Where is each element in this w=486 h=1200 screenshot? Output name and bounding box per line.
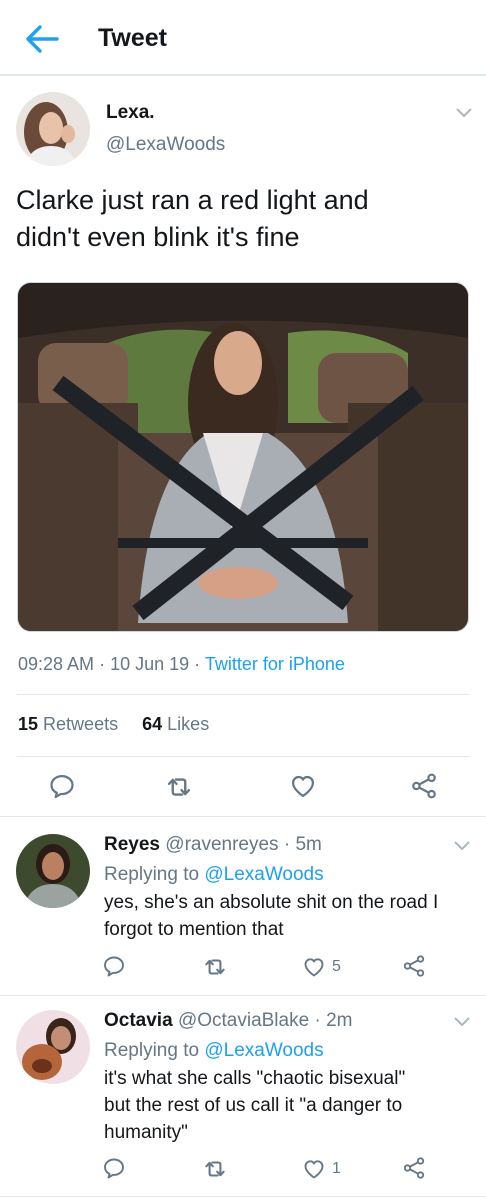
reply-time: 2m (326, 1010, 353, 1031)
like-count: 5 (332, 958, 341, 975)
retweet-button[interactable] (202, 1156, 228, 1182)
reply-author-name[interactable]: Reyes (104, 834, 160, 855)
tweet-date: 10 Jun 19 (110, 654, 190, 674)
tweet-meta: 09:28 AM · 10 Jun 19 · Twitter for iPhon… (18, 654, 345, 675)
heart-icon (302, 1157, 326, 1181)
divider (17, 694, 469, 695)
chevron-down-icon[interactable] (456, 108, 472, 118)
reply-icon (48, 772, 76, 800)
share-button[interactable] (402, 1156, 426, 1180)
reply-author-handle[interactable]: @ravenreyes (165, 834, 278, 855)
retweet-icon (202, 1156, 228, 1182)
meta-dot: · (283, 834, 296, 855)
share-button[interactable] (402, 954, 426, 978)
retweets-stat[interactable]: 15 Retweets (18, 714, 118, 734)
tweet-source-link[interactable]: Twitter for iPhone (205, 654, 345, 674)
retweet-button[interactable] (202, 954, 228, 980)
likes-label: Likes (167, 714, 210, 734)
heart-icon (302, 955, 326, 979)
reply-button[interactable] (102, 954, 126, 978)
page-title: Tweet (98, 24, 167, 52)
retweet-icon (164, 772, 194, 802)
like-button[interactable]: 1 (302, 1157, 341, 1181)
reply-button[interactable] (102, 1156, 126, 1180)
tweet-text-line: Clarke just ran a red light and (16, 185, 369, 215)
retweet-icon (202, 954, 228, 980)
reply-text: yes, she's an absolute shit on the road … (104, 889, 464, 943)
meta-dot: · (314, 1010, 327, 1031)
reply-text-line: it's what she calls "chaotic bisexual" (104, 1068, 406, 1089)
divider (0, 1196, 486, 1197)
share-icon (410, 772, 438, 800)
reply-text-line: yes, she's an absolute shit on the road … (104, 892, 439, 913)
retweets-count: 15 (18, 714, 39, 734)
meta-dot: · (99, 654, 111, 674)
divider (0, 816, 486, 817)
divider (0, 995, 486, 996)
replying-to: Replying to @LexaWoods (104, 864, 324, 886)
replying-to-link[interactable]: @LexaWoods (204, 864, 323, 885)
heart-icon (289, 772, 317, 800)
reply-author-name[interactable]: Octavia (104, 1010, 173, 1031)
divider (17, 756, 469, 757)
reply-text-line: forgot to mention that (104, 919, 284, 940)
replying-to: Replying to @LexaWoods (104, 1040, 324, 1062)
reply-text-line: humanity" (104, 1122, 188, 1143)
likes-stat[interactable]: 64 Likes (142, 714, 209, 734)
chevron-down-icon[interactable] (454, 841, 470, 851)
avatar[interactable] (16, 834, 90, 908)
tweet-time: 09:28 AM (18, 654, 95, 674)
retweet-button[interactable] (164, 772, 194, 802)
avatar[interactable] (16, 1010, 90, 1084)
reply-icon (102, 954, 126, 978)
like-button[interactable]: 5 (302, 955, 341, 979)
replying-to-link[interactable]: @LexaWoods (204, 1040, 323, 1061)
likes-count: 64 (142, 714, 163, 734)
reply-text-line: but the rest of us call it "a danger to (104, 1095, 403, 1116)
tweet-stats: 15 Retweets 64 Likes (18, 714, 209, 735)
share-icon (402, 1156, 426, 1180)
like-count: 1 (332, 1160, 341, 1177)
reply-author-handle[interactable]: @OctaviaBlake (178, 1010, 309, 1031)
chevron-down-icon[interactable] (454, 1017, 470, 1027)
replying-to-label: Replying to (104, 864, 200, 885)
avatar[interactable] (16, 92, 90, 166)
like-button[interactable] (289, 772, 317, 800)
reply-header: Octavia @OctaviaBlake · 2m (104, 1010, 352, 1032)
reply-button[interactable] (48, 772, 76, 800)
meta-dot: · (194, 654, 205, 674)
tweet-text: Clarke just ran a red light and didn't e… (16, 182, 456, 256)
replying-to-label: Replying to (104, 1040, 200, 1061)
share-icon (402, 954, 426, 978)
reply-text: it's what she calls "chaotic bisexual" b… (104, 1065, 464, 1146)
reply-time: 5m (295, 834, 322, 855)
author-handle[interactable]: @LexaWoods (106, 134, 225, 156)
share-button[interactable] (410, 772, 438, 800)
tweet-text-line: didn't even blink it's fine (16, 222, 300, 252)
author-name[interactable]: Lexa. (106, 102, 155, 124)
reply-header: Reyes @ravenreyes · 5m (104, 834, 322, 856)
retweets-label: Retweets (43, 714, 119, 734)
reply-icon (102, 1156, 126, 1180)
top-bar: Tweet (0, 0, 486, 76)
back-arrow-icon[interactable] (24, 22, 64, 56)
tweet-photo[interactable] (17, 282, 469, 632)
